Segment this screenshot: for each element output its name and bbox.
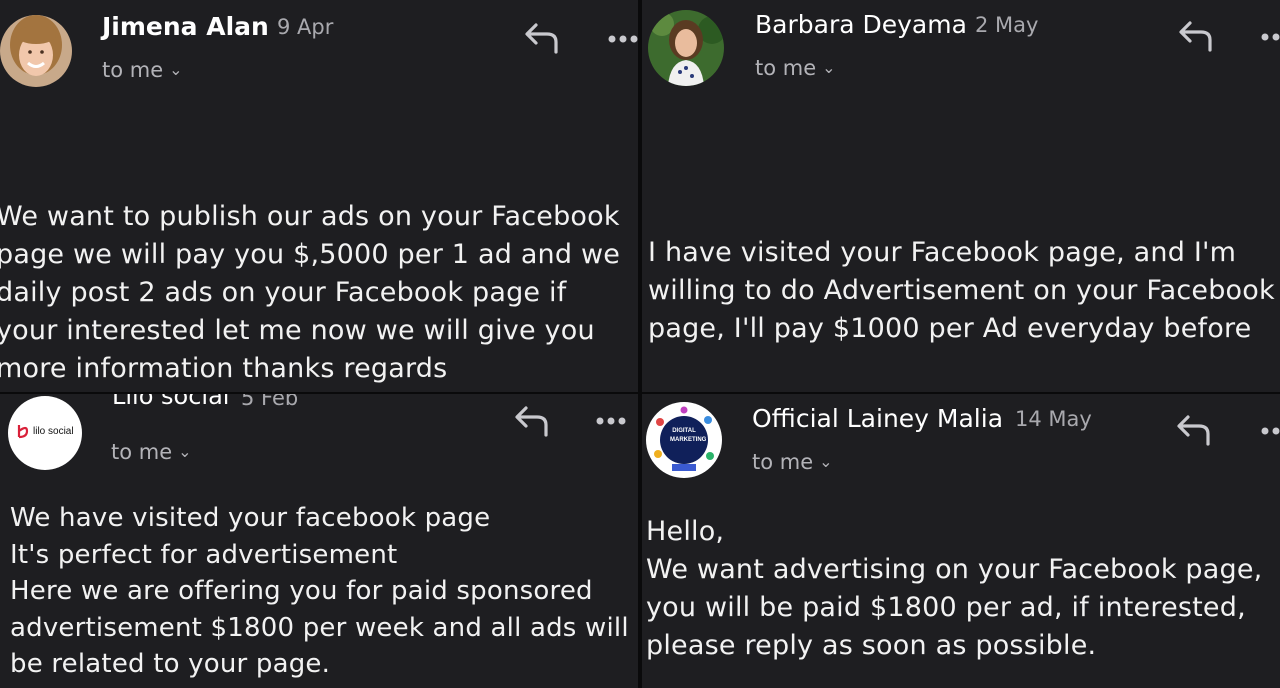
body-line: advertisement $1800 per week and all ads… bbox=[10, 612, 629, 643]
avatar-text: lilo social bbox=[33, 425, 74, 437]
sender-name: Official Lainey Malia bbox=[752, 404, 1004, 433]
recipient-toggle[interactable]: to me ⌄ bbox=[755, 56, 836, 80]
body-line: be related to your page. bbox=[10, 649, 331, 679]
body-line: We have visited your facebook page bbox=[10, 503, 491, 533]
body-line: your interested let me now we will give … bbox=[0, 315, 595, 346]
sender-name: Barbara Deyama bbox=[755, 10, 967, 39]
body-line: daily post 2 ads on your Facebook page i… bbox=[0, 277, 567, 308]
sender-avatar[interactable] bbox=[648, 10, 724, 86]
more-options-icon[interactable] bbox=[595, 416, 627, 426]
email-card-barbara: Barbara Deyama 2 May to me ⌄ I have visit… bbox=[642, 0, 1280, 392]
chevron-down-icon: ⌄ bbox=[819, 452, 833, 471]
reply-icon[interactable] bbox=[1176, 20, 1216, 54]
body-line: willing to do Advertisement on your Face… bbox=[648, 275, 1275, 306]
email-date: 2 May bbox=[975, 13, 1039, 37]
email-card-jimena: Jimena Alan 9 Apr to me ⌄ We want to publ… bbox=[0, 0, 638, 392]
email-body: We want to publish our ads on your Faceb… bbox=[0, 198, 620, 388]
recipient-toggle[interactable]: to me ⌄ bbox=[111, 440, 192, 464]
email-body: I have visited your Facebook page, and I… bbox=[648, 234, 1275, 348]
avatar-text: DIGITAL MARKETING bbox=[670, 428, 707, 443]
sender-avatar[interactable] bbox=[0, 15, 72, 87]
more-options-icon[interactable] bbox=[607, 34, 638, 44]
email-date: 9 Apr bbox=[277, 15, 334, 39]
body-line: please reply as soon as possible. bbox=[646, 630, 1097, 661]
recipient-toggle[interactable]: to me ⌄ bbox=[102, 58, 183, 82]
body-line: you will be paid $1800 per ad, if intere… bbox=[646, 592, 1246, 623]
email-date: 14 May bbox=[1015, 407, 1092, 431]
body-line: Here we are offering you for paid sponso… bbox=[10, 576, 593, 606]
reply-icon[interactable] bbox=[512, 405, 552, 439]
reply-icon[interactable] bbox=[522, 22, 562, 56]
sender-avatar[interactable]: lilo social bbox=[8, 396, 82, 470]
sender-name: Lilo social bbox=[112, 394, 230, 410]
sender-avatar[interactable]: DIGITAL MARKETING bbox=[646, 402, 722, 478]
chevron-down-icon: ⌄ bbox=[169, 60, 183, 79]
body-line: We want advertising on your Facebook pag… bbox=[646, 554, 1263, 585]
body-line: It's perfect for advertisement bbox=[10, 539, 398, 570]
recipient-label: to me bbox=[111, 440, 173, 464]
more-options-icon[interactable] bbox=[1260, 32, 1280, 42]
email-body: Hello, We want advertising on your Faceb… bbox=[646, 513, 1262, 665]
recipient-toggle[interactable]: to me ⌄ bbox=[752, 450, 833, 474]
body-line: Hello, bbox=[646, 516, 725, 547]
sender-name: Jimena Alan bbox=[102, 12, 269, 41]
body-line: I have visited your Facebook page, and I… bbox=[648, 237, 1237, 268]
reply-icon[interactable] bbox=[1174, 414, 1214, 448]
avatar-logo: lilo social bbox=[16, 423, 74, 439]
recipient-label: to me bbox=[752, 450, 814, 474]
recipient-label: to me bbox=[102, 58, 164, 82]
email-card-lilo: lilo social Lilo social 5 Feb to me ⌄ We … bbox=[0, 394, 638, 688]
body-line: page, I'll pay $1000 per Ad everyday bef… bbox=[648, 313, 1252, 344]
chevron-down-icon: ⌄ bbox=[178, 442, 192, 461]
body-line: more information thanks regards bbox=[0, 353, 448, 384]
body-line: page we will pay you $,5000 per 1 ad and… bbox=[0, 239, 621, 270]
email-body: We have visited your facebook page It's … bbox=[10, 500, 629, 683]
chevron-down-icon: ⌄ bbox=[822, 58, 836, 77]
body-line: We want to publish our ads on your Faceb… bbox=[0, 201, 620, 232]
recipient-label: to me bbox=[755, 56, 817, 80]
email-date: 5 Feb bbox=[241, 394, 299, 410]
email-card-lainey: DIGITAL MARKETING Official Lainey Malia … bbox=[642, 394, 1280, 688]
lilo-logo-icon bbox=[17, 425, 29, 439]
more-options-icon[interactable] bbox=[1260, 426, 1280, 436]
